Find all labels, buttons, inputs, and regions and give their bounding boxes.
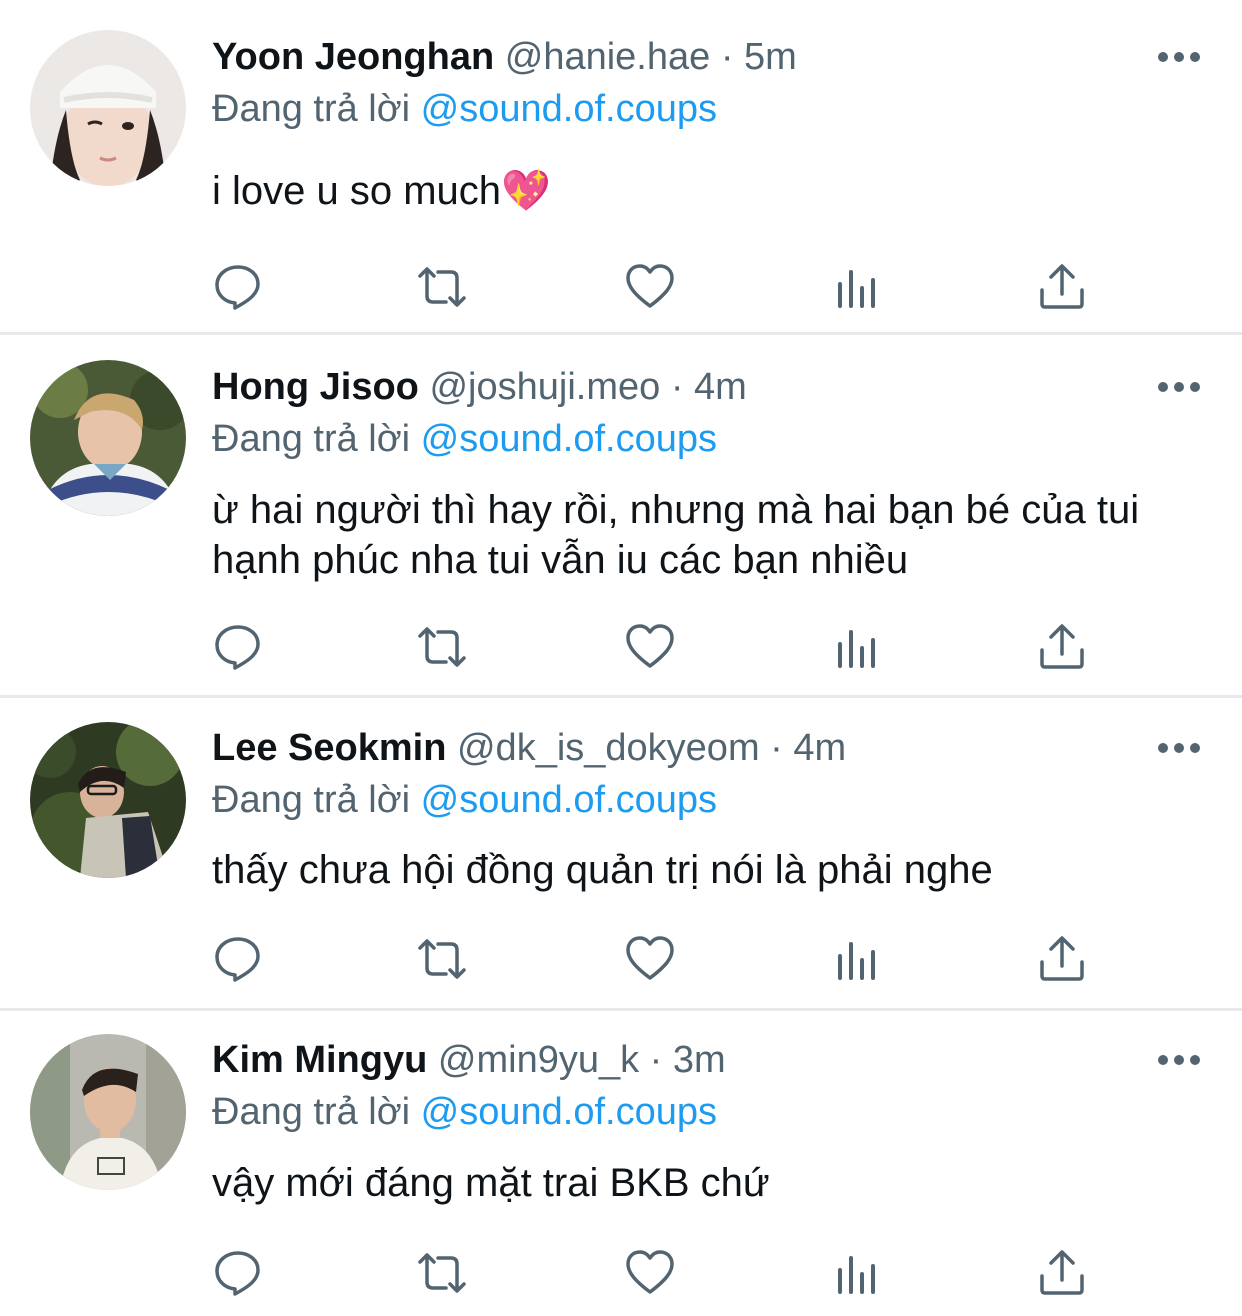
reply-icon (215, 1251, 260, 1296)
user-handle[interactable]: @hanie.hae (505, 36, 711, 78)
tweet-actions (212, 262, 1092, 312)
more-button[interactable] (1158, 1054, 1200, 1066)
reply-icon (215, 937, 260, 982)
reply-button[interactable] (212, 934, 264, 984)
replying-prefix: Đang trả lời (212, 418, 411, 460)
user-handle[interactable]: @min9yu_k (438, 1039, 639, 1081)
more-button[interactable] (1158, 51, 1200, 63)
replying-to: Đang trả lời @sound.of.coups (212, 1089, 717, 1135)
retweet-icon (418, 627, 466, 667)
more-icon (1158, 52, 1168, 62)
share-button[interactable] (1036, 622, 1088, 672)
timestamp[interactable]: · 5m (721, 36, 797, 78)
avatar-image (30, 360, 186, 516)
like-button[interactable] (624, 622, 676, 672)
tweet-item[interactable]: Hong Jisoo @joshuji.meo · 4m Đang trả lờ… (0, 335, 1242, 698)
reply-icon (215, 265, 260, 310)
replying-to-mention[interactable]: @sound.of.coups (421, 418, 717, 460)
more-button[interactable] (1158, 742, 1200, 754)
heart-icon (626, 624, 674, 668)
views-icon (838, 630, 875, 668)
share-icon (1040, 936, 1084, 981)
retweet-icon (418, 267, 466, 307)
tweet-item[interactable]: Yoon Jeonghan @hanie.hae · 5m Đang trả l… (0, 0, 1242, 335)
timestamp[interactable]: · 3m (650, 1039, 726, 1081)
display-name[interactable]: Yoon Jeonghan (212, 36, 494, 78)
retweet-button[interactable] (416, 622, 468, 672)
reply-button[interactable] (212, 262, 264, 312)
reply-button[interactable] (212, 1248, 264, 1298)
tweet-header: Kim Mingyu @min9yu_k · 3m (212, 1037, 726, 1083)
tweet-text: ừ hai người thì hay rồi, nhưng mà hai bạ… (212, 488, 1140, 582)
like-button[interactable] (624, 934, 676, 984)
retweet-button[interactable] (416, 1248, 468, 1298)
more-button[interactable] (1158, 381, 1200, 393)
avatar[interactable] (30, 360, 186, 516)
more-icon (1158, 743, 1168, 753)
retweet-icon (418, 1253, 466, 1293)
display-name[interactable]: Lee Seokmin (212, 727, 446, 769)
reply-button[interactable] (212, 622, 264, 672)
tweet-text: vậy mới đáng mặt trai BKB chứ (212, 1161, 770, 1205)
heart-icon (626, 936, 674, 980)
replying-to: Đang trả lời @sound.of.coups (212, 416, 717, 462)
views-icon (838, 1256, 875, 1294)
more-icon (1158, 1055, 1168, 1065)
share-button[interactable] (1036, 262, 1088, 312)
tweet-text: thấy chưa hội đồng quản trị nói là phải … (212, 848, 993, 892)
share-icon (1040, 1250, 1084, 1295)
tweet-actions (212, 622, 1092, 672)
replying-to: Đang trả lời @sound.of.coups (212, 777, 717, 823)
retweet-icon (418, 939, 466, 979)
views-button[interactable] (832, 262, 884, 312)
tweet-item[interactable]: Kim Mingyu @min9yu_k · 3m Đang trả lời @… (0, 1011, 1242, 1316)
tweet-header: Yoon Jeonghan @hanie.hae · 5m (212, 34, 797, 80)
replying-to: Đang trả lời @sound.of.coups (212, 86, 717, 132)
replying-to-mention[interactable]: @sound.of.coups (421, 88, 717, 130)
replying-prefix: Đang trả lời (212, 1091, 411, 1133)
user-handle[interactable]: @dk_is_dokyeom (457, 727, 760, 769)
tweet-text: i love u so much💖 (212, 169, 551, 213)
heart-icon (626, 264, 674, 308)
more-icon (1158, 382, 1168, 392)
like-button[interactable] (624, 262, 676, 312)
replying-to-mention[interactable]: @sound.of.coups (421, 1091, 717, 1133)
avatar[interactable] (30, 1034, 186, 1190)
like-button[interactable] (624, 1248, 676, 1298)
views-button[interactable] (832, 622, 884, 672)
tweet-header: Lee Seokmin @dk_is_dokyeom · 4m (212, 725, 846, 771)
avatar[interactable] (30, 722, 186, 878)
avatar-image (30, 1034, 186, 1190)
tweet-header: Hong Jisoo @joshuji.meo · 4m (212, 364, 747, 410)
tweet-actions (212, 934, 1092, 984)
display-name[interactable]: Hong Jisoo (212, 366, 419, 408)
replying-to-mention[interactable]: @sound.of.coups (421, 779, 717, 821)
views-button[interactable] (832, 934, 884, 984)
replying-prefix: Đang trả lời (212, 779, 411, 821)
views-icon (838, 942, 875, 980)
share-button[interactable] (1036, 1248, 1088, 1298)
avatar-image (30, 722, 186, 878)
timestamp[interactable]: · 4m (770, 727, 846, 769)
heart-icon (626, 1250, 674, 1294)
share-icon (1040, 624, 1084, 669)
retweet-button[interactable] (416, 262, 468, 312)
share-button[interactable] (1036, 934, 1088, 984)
avatar[interactable] (30, 30, 186, 186)
tweet-item[interactable]: Lee Seokmin @dk_is_dokyeom · 4m Đang trả… (0, 698, 1242, 1011)
reply-icon (215, 625, 260, 670)
tweet-actions (212, 1248, 1092, 1298)
timestamp[interactable]: · 4m (671, 366, 747, 408)
avatar-image (30, 30, 186, 186)
share-icon (1040, 264, 1084, 309)
retweet-button[interactable] (416, 934, 468, 984)
display-name[interactable]: Kim Mingyu (212, 1039, 427, 1081)
views-button[interactable] (832, 1248, 884, 1298)
replying-prefix: Đang trả lời (212, 88, 411, 130)
user-handle[interactable]: @joshuji.meo (429, 366, 660, 408)
views-icon (838, 270, 875, 308)
